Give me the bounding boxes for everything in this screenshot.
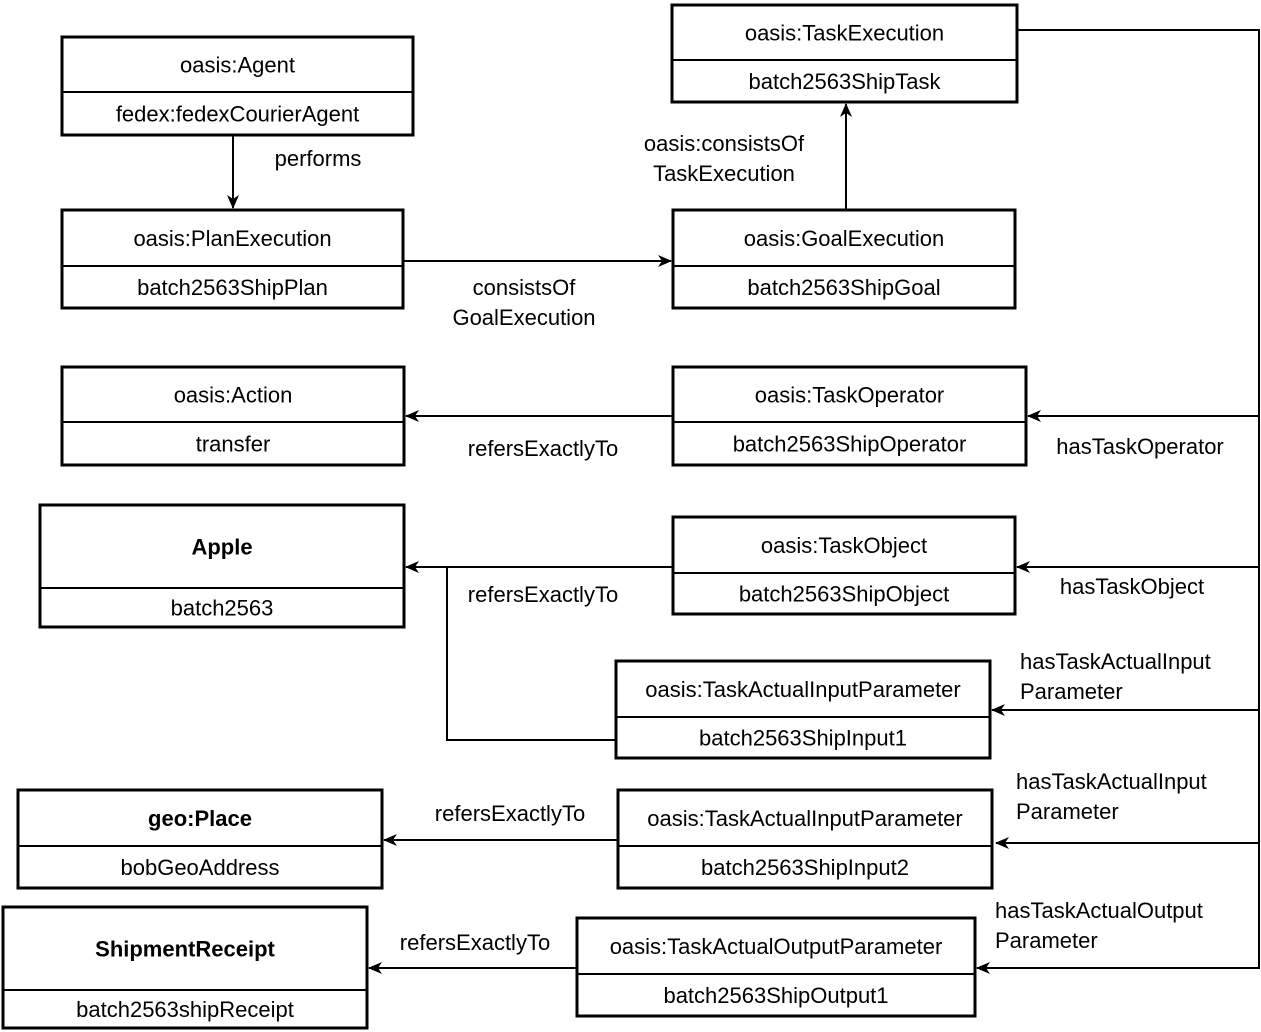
edge-label-consists-task: oasis:consistsOf <box>644 131 805 156</box>
instance-label: batch2563 <box>171 596 274 621</box>
class-box-input2: oasis:TaskActualInputParameter batch2563S… <box>616 788 994 890</box>
instance-label: batch2563ShipPlan <box>137 275 328 300</box>
class-box-agent: oasis:Agent fedex:fedexCourierAgent <box>60 35 415 137</box>
class-type-label: oasis:TaskOperator <box>755 383 945 408</box>
instance-label: batch2563ShipOutput1 <box>663 983 888 1008</box>
instance-label: batch2563ShipObject <box>739 582 949 607</box>
edge-label-has-input2: Parameter <box>1016 799 1119 824</box>
class-box-apple: Apple batch2563 <box>38 503 406 629</box>
class-type-label: oasis:PlanExecution <box>133 226 331 251</box>
class-box-output1: oasis:TaskActualOutputParameter batch2563… <box>575 916 977 1018</box>
edge-label-has-output1: Parameter <box>995 928 1098 953</box>
class-type-label: geo:Place <box>148 806 252 831</box>
instance-label: batch2563shipReceipt <box>76 997 294 1022</box>
class-box-action: oasis:Action transfer <box>60 365 406 467</box>
edge-has-operator <box>1017 29 1260 422</box>
class-box-plan: oasis:PlanExecution batch2563ShipPlan <box>60 208 405 310</box>
class-box-object: oasis:TaskObject batch2563ShipObject <box>671 515 1017 616</box>
edge-label-object-refers: refersExactlyTo <box>468 582 618 607</box>
edge-label-has-input1: hasTaskActualInput <box>1020 649 1211 674</box>
edge-label-input2-refers: refersExactlyTo <box>435 801 585 826</box>
class-type-label: oasis:TaskExecution <box>745 21 944 46</box>
edge-label-consists-goal: GoalExecution <box>452 305 595 330</box>
instance-label: batch2563ShipInput2 <box>701 855 909 880</box>
class-box-receipt: ShipmentReceipt batch2563shipReceipt <box>1 905 369 1030</box>
edge-label-operator-refers: refersExactlyTo <box>468 436 618 461</box>
class-type-label: oasis:TaskActualInputParameter <box>645 677 961 702</box>
class-box-goal: oasis:GoalExecution batch2563ShipGoal <box>671 208 1017 310</box>
class-type-label: oasis:TaskObject <box>761 533 927 558</box>
edge-label-output1-refers: refersExactlyTo <box>400 930 550 955</box>
edge-label-performs: performs <box>275 146 362 171</box>
class-type-label: ShipmentReceipt <box>95 937 275 962</box>
edge-label-has-output1: hasTaskActualOutput <box>995 898 1203 923</box>
instance-label: batch2563ShipGoal <box>747 275 940 300</box>
class-type-label: oasis:TaskActualInputParameter <box>647 806 963 831</box>
class-box-operator: oasis:TaskOperator batch2563ShipOperator <box>671 365 1028 467</box>
edge-label-has-input2: hasTaskActualInput <box>1016 769 1207 794</box>
edge-label-has-input1: Parameter <box>1020 679 1123 704</box>
instance-label: batch2563ShipInput1 <box>699 726 907 751</box>
class-type-label: oasis:GoalExecution <box>744 226 945 251</box>
class-box-place: geo:Place bobGeoAddress <box>16 788 384 890</box>
edge-label-has-object: hasTaskObject <box>1060 574 1204 599</box>
edge-label-has-operator: hasTaskOperator <box>1056 434 1224 459</box>
instance-label: batch2563ShipOperator <box>733 432 967 457</box>
class-type-label: Apple <box>191 535 252 560</box>
instance-label: fedex:fedexCourierAgent <box>116 102 359 127</box>
class-box-task: oasis:TaskExecution batch2563ShipTask <box>670 3 1019 104</box>
edge-label-consists-goal: consistsOf <box>473 275 577 300</box>
class-box-input1: oasis:TaskActualInputParameter batch2563S… <box>614 659 992 760</box>
edge-label-consists-task: TaskExecution <box>653 161 795 186</box>
instance-label: batch2563ShipTask <box>748 69 941 94</box>
instance-label: transfer <box>196 432 271 457</box>
instance-label: bobGeoAddress <box>121 855 280 880</box>
ontology-diagram: oasis:Agentfedex:fedexCourierAgentoasis:… <box>1 3 1260 1030</box>
class-type-label: oasis:Action <box>174 383 293 408</box>
class-type-label: oasis:TaskActualOutputParameter <box>610 934 943 959</box>
class-type-label: oasis:Agent <box>180 53 295 78</box>
